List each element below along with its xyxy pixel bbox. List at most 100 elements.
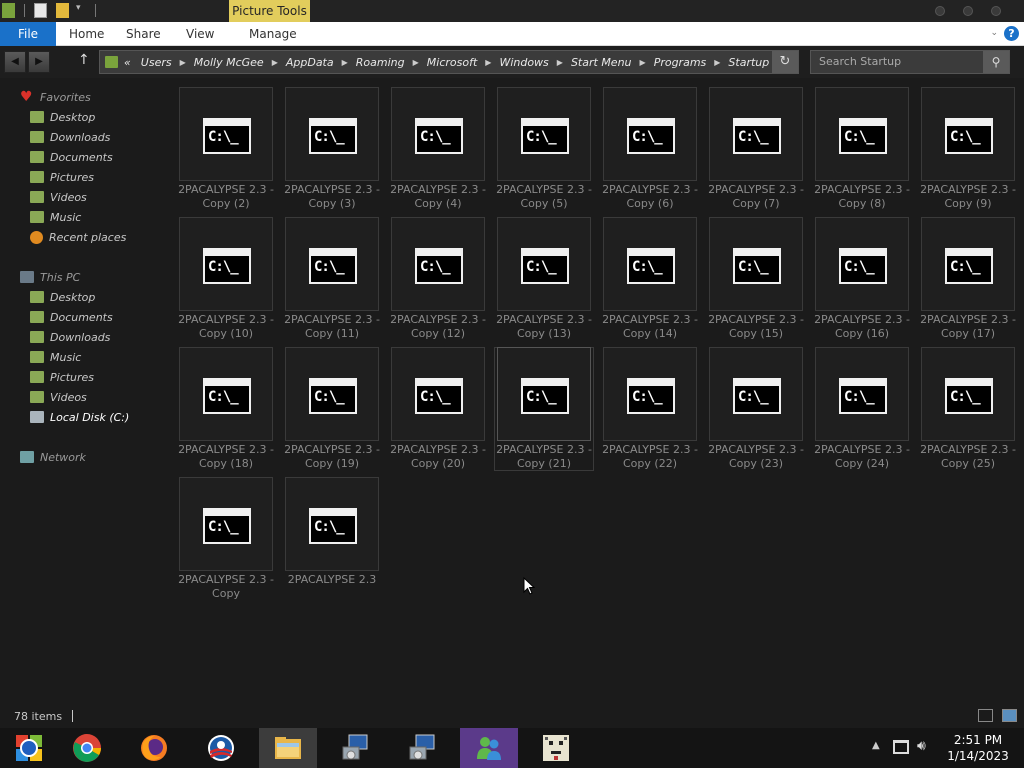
new-folder-icon[interactable] bbox=[56, 3, 69, 18]
file-item[interactable]: C:\_ 2PACALYPSE 2.3 - Copy (4) bbox=[388, 87, 494, 217]
taskbar-installer-2[interactable] bbox=[393, 728, 451, 768]
volume-icon[interactable]: 🔊︎ bbox=[917, 738, 926, 754]
file-item[interactable]: C:\_ 2PACALYPSE 2.3 - Copy (12) bbox=[388, 217, 494, 347]
breadcrumb-item[interactable]: Windows bbox=[499, 56, 548, 69]
sidebar-item-pc-local-disk-c[interactable]: Local Disk (C:) bbox=[26, 408, 136, 426]
sidebar-item-fav-videos[interactable]: Videos bbox=[30, 188, 87, 206]
maximize-button[interactable] bbox=[963, 6, 973, 16]
file-item[interactable]: C:\_ 2PACALYPSE 2.3 - Copy (2) bbox=[176, 87, 282, 217]
nav-this-pc[interactable]: This PC bbox=[20, 268, 80, 286]
file-item[interactable]: C:\_ 2PACALYPSE 2.3 - Copy (22) bbox=[600, 347, 706, 477]
file-item[interactable]: C:\_ 2PACALYPSE 2.3 - Copy (8) bbox=[812, 87, 918, 217]
sidebar-item-pc-desktop[interactable]: Desktop bbox=[30, 288, 95, 306]
file-name-line-1: 2PACALYPSE 2.3 - bbox=[390, 183, 486, 196]
breadcrumb-separator-icon[interactable]: ▶ bbox=[180, 58, 186, 67]
file-item[interactable]: C:\_ 2PACALYPSE 2.3 - Copy (9) bbox=[918, 87, 1024, 217]
sidebar-item-fav-documents[interactable]: Documents bbox=[30, 148, 113, 166]
search-box[interactable]: Search Startup ⚲ bbox=[810, 50, 1010, 74]
file-item[interactable]: C:\_ 2PACALYPSE 2.3 - Copy (3) bbox=[282, 87, 388, 217]
taskbar-chrome[interactable] bbox=[58, 728, 116, 768]
breadcrumb-separator-icon[interactable]: ▶ bbox=[640, 58, 646, 67]
close-button[interactable] bbox=[991, 6, 1001, 16]
breadcrumb-item[interactable]: Users bbox=[141, 56, 172, 69]
breadcrumb-item[interactable]: Programs bbox=[654, 56, 707, 69]
breadcrumb-item[interactable]: AppData bbox=[286, 56, 334, 69]
breadcrumb-separator-icon[interactable]: ▶ bbox=[272, 58, 278, 67]
tab-manage[interactable]: Manage bbox=[249, 22, 297, 46]
forward-button[interactable]: ▶ bbox=[28, 51, 50, 73]
file-item[interactable]: C:\_ 2PACALYPSE 2.3 - Copy (6) bbox=[600, 87, 706, 217]
show-hidden-icons-icon[interactable]: ▲ bbox=[872, 740, 880, 751]
taskbar-pixel-app[interactable] bbox=[527, 728, 585, 768]
tab-file[interactable]: File bbox=[0, 22, 56, 46]
file-item[interactable]: C:\_ 2PACALYPSE 2.3 - Copy (7) bbox=[706, 87, 812, 217]
sidebar-item-fav-recent-places[interactable]: Recent places bbox=[30, 228, 126, 246]
start-button[interactable] bbox=[0, 728, 58, 768]
minimize-button[interactable] bbox=[935, 6, 945, 16]
breadcrumb-separator-icon[interactable]: ▶ bbox=[413, 58, 419, 67]
expand-ribbon-icon[interactable]: ⌄ bbox=[990, 28, 998, 38]
file-item[interactable]: C:\_ 2PACALYPSE 2.3 bbox=[282, 477, 388, 607]
file-item[interactable]: C:\_ 2PACALYPSE 2.3 - Copy (16) bbox=[812, 217, 918, 347]
sidebar-item-pc-documents[interactable]: Documents bbox=[30, 308, 113, 326]
sidebar-item-pc-downloads[interactable]: Downloads bbox=[30, 328, 110, 346]
breadcrumb-item[interactable]: Molly McGee bbox=[194, 56, 264, 69]
search-input[interactable]: Search Startup bbox=[819, 55, 901, 68]
file-item[interactable]: C:\_ 2PACALYPSE 2.3 - Copy (19) bbox=[282, 347, 388, 477]
file-item[interactable]: C:\_ 2PACALYPSE 2.3 - Copy (11) bbox=[282, 217, 388, 347]
file-item[interactable]: C:\_ 2PACALYPSE 2.3 - Copy (17) bbox=[918, 217, 1024, 347]
sidebar-item-pc-videos[interactable]: Videos bbox=[30, 388, 87, 406]
file-item[interactable]: C:\_ 2PACALYPSE 2.3 - Copy (15) bbox=[706, 217, 812, 347]
tab-share[interactable]: Share bbox=[126, 22, 161, 46]
breadcrumb-item[interactable]: Startup bbox=[728, 56, 769, 69]
properties-icon[interactable] bbox=[34, 3, 47, 18]
file-item[interactable]: C:\_ 2PACALYPSE 2.3 - Copy (14) bbox=[600, 217, 706, 347]
breadcrumb-item[interactable]: Microsoft bbox=[427, 56, 478, 69]
sidebar-item-fav-downloads[interactable]: Downloads bbox=[30, 128, 110, 146]
taskbar-firefox[interactable] bbox=[125, 728, 183, 768]
file-item[interactable]: C:\_ 2PACALYPSE 2.3 - Copy (24) bbox=[812, 347, 918, 477]
help-icon[interactable]: ? bbox=[1004, 26, 1019, 41]
sidebar-item-fav-music[interactable]: Music bbox=[30, 208, 81, 226]
sidebar-item-fav-pictures[interactable]: Pictures bbox=[30, 168, 94, 186]
breadcrumb-separator-icon[interactable]: ▶ bbox=[714, 58, 720, 67]
breadcrumb-item[interactable]: Roaming bbox=[356, 56, 405, 69]
nav-network[interactable]: Network bbox=[20, 448, 86, 466]
file-item[interactable]: C:\_ 2PACALYPSE 2.3 - Copy (5) bbox=[494, 87, 600, 217]
clock[interactable]: 2:51 PM 1/14/2023 bbox=[942, 732, 1014, 764]
tab-view[interactable]: View bbox=[186, 22, 214, 46]
nav-favorites[interactable]: ♥ Favorites bbox=[20, 88, 91, 106]
file-item[interactable]: C:\_ 2PACALYPSE 2.3 - Copy (25) bbox=[918, 347, 1024, 477]
file-item[interactable]: C:\_ 2PACALYPSE 2.3 - Copy (18) bbox=[176, 347, 282, 477]
sidebar-item-fav-desktop[interactable]: Desktop bbox=[30, 108, 95, 126]
refresh-icon[interactable]: ↻ bbox=[772, 51, 798, 73]
back-button[interactable]: ◀ bbox=[4, 51, 26, 73]
file-item[interactable]: C:\_ 2PACALYPSE 2.3 - Copy bbox=[176, 477, 282, 607]
up-arrow-icon[interactable]: ↑ bbox=[78, 52, 90, 68]
taskbar-messenger[interactable] bbox=[460, 728, 518, 768]
breadcrumb-overflow[interactable]: « bbox=[124, 56, 131, 69]
breadcrumb-separator-icon[interactable]: ▶ bbox=[485, 58, 491, 67]
taskbar-installer-1[interactable] bbox=[326, 728, 384, 768]
taskbar-obama-logo[interactable] bbox=[192, 728, 250, 768]
taskbar-file-explorer[interactable] bbox=[259, 728, 317, 768]
file-item[interactable]: C:\_ 2PACALYPSE 2.3 - Copy (23) bbox=[706, 347, 812, 477]
qat-dropdown-icon[interactable]: ▾ bbox=[76, 3, 81, 13]
sidebar-item-pc-pictures[interactable]: Pictures bbox=[30, 368, 94, 386]
breadcrumb-separator-icon[interactable]: ▶ bbox=[557, 58, 563, 67]
cmd-title-bar bbox=[205, 510, 249, 516]
sidebar-item-pc-music[interactable]: Music bbox=[30, 348, 81, 366]
breadcrumb-item[interactable]: Start Menu bbox=[571, 56, 632, 69]
network-icon[interactable] bbox=[893, 740, 909, 754]
tab-home[interactable]: Home bbox=[69, 22, 104, 46]
file-item[interactable]: C:\_ 2PACALYPSE 2.3 - Copy (13) bbox=[494, 217, 600, 347]
file-item[interactable]: C:\_ 2PACALYPSE 2.3 - Copy (21) bbox=[494, 347, 600, 477]
large-icons-view-icon[interactable] bbox=[1002, 709, 1017, 722]
details-view-icon[interactable] bbox=[978, 709, 993, 722]
file-item[interactable]: C:\_ 2PACALYPSE 2.3 - Copy (10) bbox=[176, 217, 282, 347]
search-icon[interactable]: ⚲ bbox=[983, 51, 1009, 73]
folder-app-icon[interactable] bbox=[2, 3, 15, 18]
breadcrumb-separator-icon[interactable]: ▶ bbox=[342, 58, 348, 67]
file-item[interactable]: C:\_ 2PACALYPSE 2.3 - Copy (20) bbox=[388, 347, 494, 477]
address-bar[interactable]: « Users ▶ Molly McGee ▶ AppData ▶ Roaming ▶ Micro… bbox=[99, 50, 799, 74]
